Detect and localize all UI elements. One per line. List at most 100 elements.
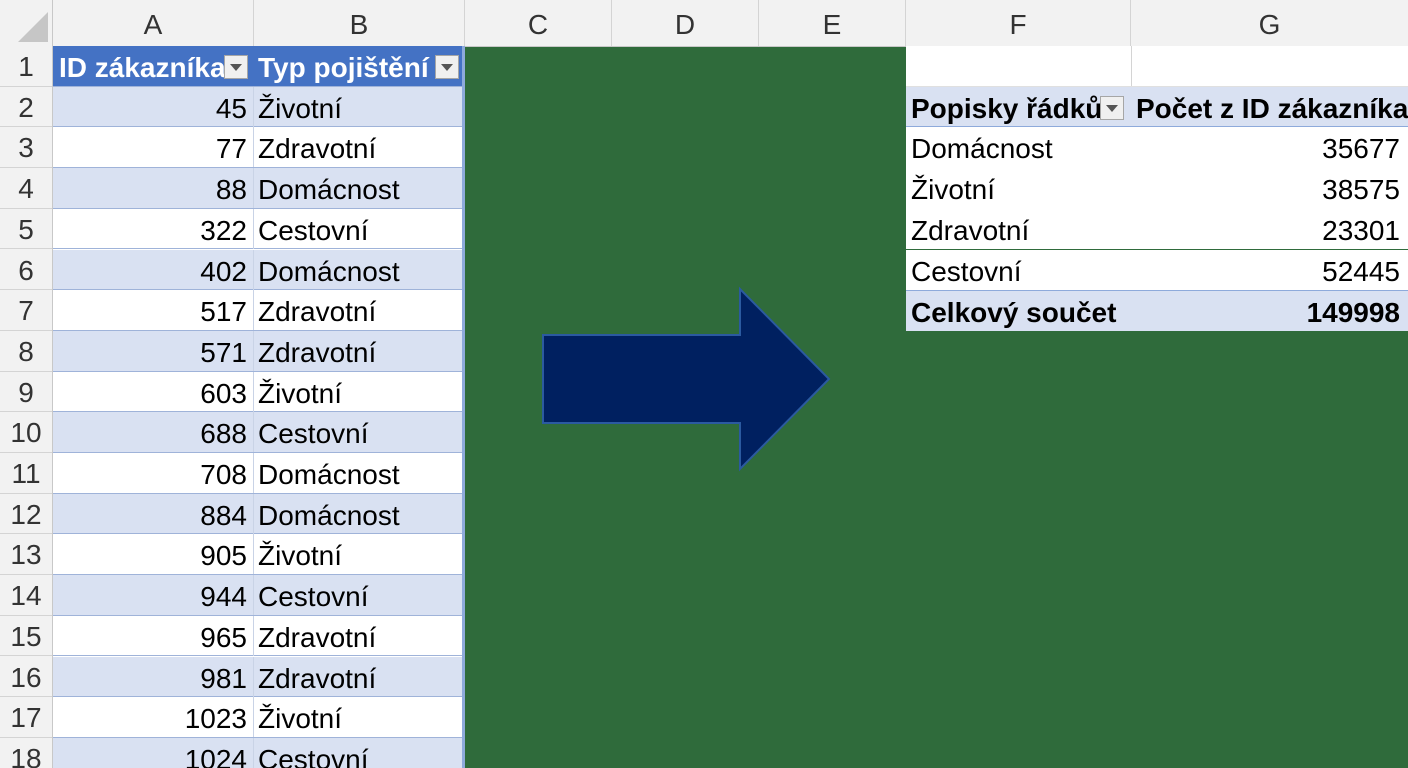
pivot-header-row: Popisky řádků Počet z ID zákazníka xyxy=(906,86,1408,128)
pivot-row-label[interactable]: Cestovní xyxy=(911,250,1022,290)
column-header-c[interactable]: C xyxy=(465,0,612,46)
table-row: 944 Cestovní xyxy=(53,575,465,616)
row-header-3[interactable]: 3 xyxy=(0,127,52,169)
row-header-10[interactable]: 10 xyxy=(0,412,52,453)
row-header-6[interactable]: 6 xyxy=(0,250,52,291)
row-header-18[interactable]: 18 xyxy=(0,738,52,768)
cell-id-zakaznika[interactable]: 77 xyxy=(53,127,254,168)
cell-id-zakaznika[interactable]: 45 xyxy=(53,86,254,127)
pivot-header-count[interactable]: Počet z ID zákazníka xyxy=(1136,87,1408,127)
cell-id-zakaznika[interactable]: 1023 xyxy=(53,697,254,738)
pivot-row-value[interactable]: 52445 xyxy=(1322,250,1400,290)
cell-typ-pojisteni[interactable]: Životní xyxy=(254,372,465,412)
pivot-row: Domácnost 35677 xyxy=(906,127,1408,169)
row-header-5[interactable]: 5 xyxy=(0,209,52,250)
column-header-e[interactable]: E xyxy=(759,0,906,46)
cell-id-zakaznika[interactable]: 944 xyxy=(53,575,254,616)
pivot-table: Popisky řádků Počet z ID zákazníka Domác… xyxy=(906,46,1408,332)
cell-typ-pojisteni[interactable]: Zdravotní xyxy=(254,127,465,167)
column-header-a[interactable]: A xyxy=(53,0,254,46)
pivot-row-label[interactable]: Zdravotní xyxy=(911,209,1029,249)
cell-id-zakaznika[interactable]: 322 xyxy=(53,208,254,249)
column-header-d[interactable]: D xyxy=(612,0,759,46)
row-header-12[interactable]: 12 xyxy=(0,494,52,535)
cell-typ-pojisteni[interactable]: Životní xyxy=(254,87,465,127)
table-row: 77 Zdravotní xyxy=(53,127,465,169)
row-header-4[interactable]: 4 xyxy=(0,168,52,209)
select-all-corner[interactable] xyxy=(0,0,53,46)
table-row: 1024 Cestovní xyxy=(53,737,465,768)
table-row: 708 Domácnost xyxy=(53,453,465,494)
cell-typ-pojisteni[interactable]: Cestovní xyxy=(254,738,465,768)
table-row: 981 Zdravotní xyxy=(53,656,465,698)
cell-typ-pojisteni[interactable]: Domácnost xyxy=(254,250,465,290)
row-header-8[interactable]: 8 xyxy=(0,331,52,372)
cell-id-zakaznika[interactable]: 517 xyxy=(53,290,254,331)
cell-typ-pojisteni[interactable]: Domácnost xyxy=(254,168,465,208)
table-row: 965 Zdravotní xyxy=(53,615,465,657)
cell-id-zakaznika[interactable]: 708 xyxy=(53,453,254,493)
row-header-14[interactable]: 14 xyxy=(0,575,52,616)
cell-id-zakaznika[interactable]: 905 xyxy=(53,534,254,575)
pivot-row: Životní 38575 xyxy=(906,168,1408,209)
cell-typ-pojisteni[interactable]: Cestovní xyxy=(254,209,465,249)
cell-typ-pojisteni[interactable]: Zdravotní xyxy=(254,290,465,330)
table-row: 603 Životní xyxy=(53,371,465,413)
row-header-2[interactable]: 2 xyxy=(0,87,52,128)
cell-typ-pojisteni[interactable]: Zdravotní xyxy=(254,657,465,697)
row-header-17[interactable]: 17 xyxy=(0,697,52,738)
cell-typ-pojisteni[interactable]: Cestovní xyxy=(254,575,465,615)
pivot-grand-total-value[interactable]: 149998 xyxy=(1307,291,1400,331)
cell-id-zakaznika[interactable]: 571 xyxy=(53,330,254,371)
cell-id-zakaznika[interactable]: 402 xyxy=(53,249,254,290)
table-row: 1023 Životní xyxy=(53,697,465,738)
filter-dropdown-icon[interactable] xyxy=(1100,95,1124,120)
row-header-1[interactable]: 1 xyxy=(0,46,52,87)
pivot-blank-row xyxy=(906,46,1408,87)
pivot-row: Cestovní 52445 xyxy=(906,249,1408,291)
table-row: 88 Domácnost xyxy=(53,168,465,209)
header-typ-pojisteni[interactable]: Typ pojištění xyxy=(254,46,465,86)
pivot-row-value[interactable]: 35677 xyxy=(1322,127,1400,167)
pivot-header-row-labels[interactable]: Popisky řádků xyxy=(911,87,1102,127)
row-header-7[interactable]: 7 xyxy=(0,290,52,331)
pivot-row-value[interactable]: 38575 xyxy=(1322,168,1400,208)
row-header-13[interactable]: 13 xyxy=(0,534,52,576)
cell-id-zakaznika[interactable]: 603 xyxy=(53,371,254,412)
column-header-f[interactable]: F xyxy=(906,0,1131,46)
row-header-9[interactable]: 9 xyxy=(0,372,52,413)
cell-typ-pojisteni[interactable]: Domácnost xyxy=(254,453,465,493)
pivot-row-label[interactable]: Životní xyxy=(911,168,995,208)
table-row: 905 Životní xyxy=(53,534,465,576)
spreadsheet: A B C D E F G 1 2 3 4 5 6 7 8 9 10 11 12 13 14 15 16 17 1… xyxy=(0,0,1408,768)
cell-typ-pojisteni[interactable]: Zdravotní xyxy=(254,331,465,371)
select-all-triangle-icon xyxy=(18,12,48,42)
row-header-11[interactable]: 11 xyxy=(0,453,52,494)
cell-typ-pojisteni[interactable]: Zdravotní xyxy=(254,616,465,656)
cell-typ-pojisteni[interactable]: Životní xyxy=(254,534,465,574)
cell-id-zakaznika[interactable]: 688 xyxy=(53,412,254,453)
table-row: 322 Cestovní xyxy=(53,208,465,250)
cell-id-zakaznika[interactable]: 884 xyxy=(53,493,254,534)
table-header-row: ID zákazníka Typ pojištění xyxy=(53,46,465,87)
table-row: 45 Životní xyxy=(53,86,465,128)
cell-id-zakaznika[interactable]: 981 xyxy=(53,656,254,697)
cell-typ-pojisteni[interactable]: Cestovní xyxy=(254,412,465,452)
column-header-bar: A B C D E F G xyxy=(0,0,1408,47)
pivot-row-label[interactable]: Domácnost xyxy=(911,127,1053,167)
cell-typ-pojisteni[interactable]: Domácnost xyxy=(254,494,465,534)
pivot-grand-total-label[interactable]: Celkový součet xyxy=(911,291,1116,331)
pivot-row-value[interactable]: 23301 xyxy=(1322,209,1400,249)
cell-id-zakaznika[interactable]: 1024 xyxy=(53,737,254,768)
row-header-16[interactable]: 16 xyxy=(0,657,52,698)
column-header-b[interactable]: B xyxy=(254,0,465,46)
row-header-15[interactable]: 15 xyxy=(0,616,52,657)
pivot-grand-total-row: Celkový součet 149998 xyxy=(906,290,1408,331)
cell-id-zakaznika[interactable]: 88 xyxy=(53,168,254,209)
filter-dropdown-icon[interactable] xyxy=(435,55,459,79)
data-table: ID zákazníka Typ pojištění 45 Životní 77 Zd… xyxy=(53,46,465,768)
cell-id-zakaznika[interactable]: 965 xyxy=(53,615,254,656)
filter-dropdown-icon[interactable] xyxy=(224,55,248,79)
cell-typ-pojisteni[interactable]: Životní xyxy=(254,697,465,737)
column-header-g[interactable]: G xyxy=(1131,0,1408,46)
